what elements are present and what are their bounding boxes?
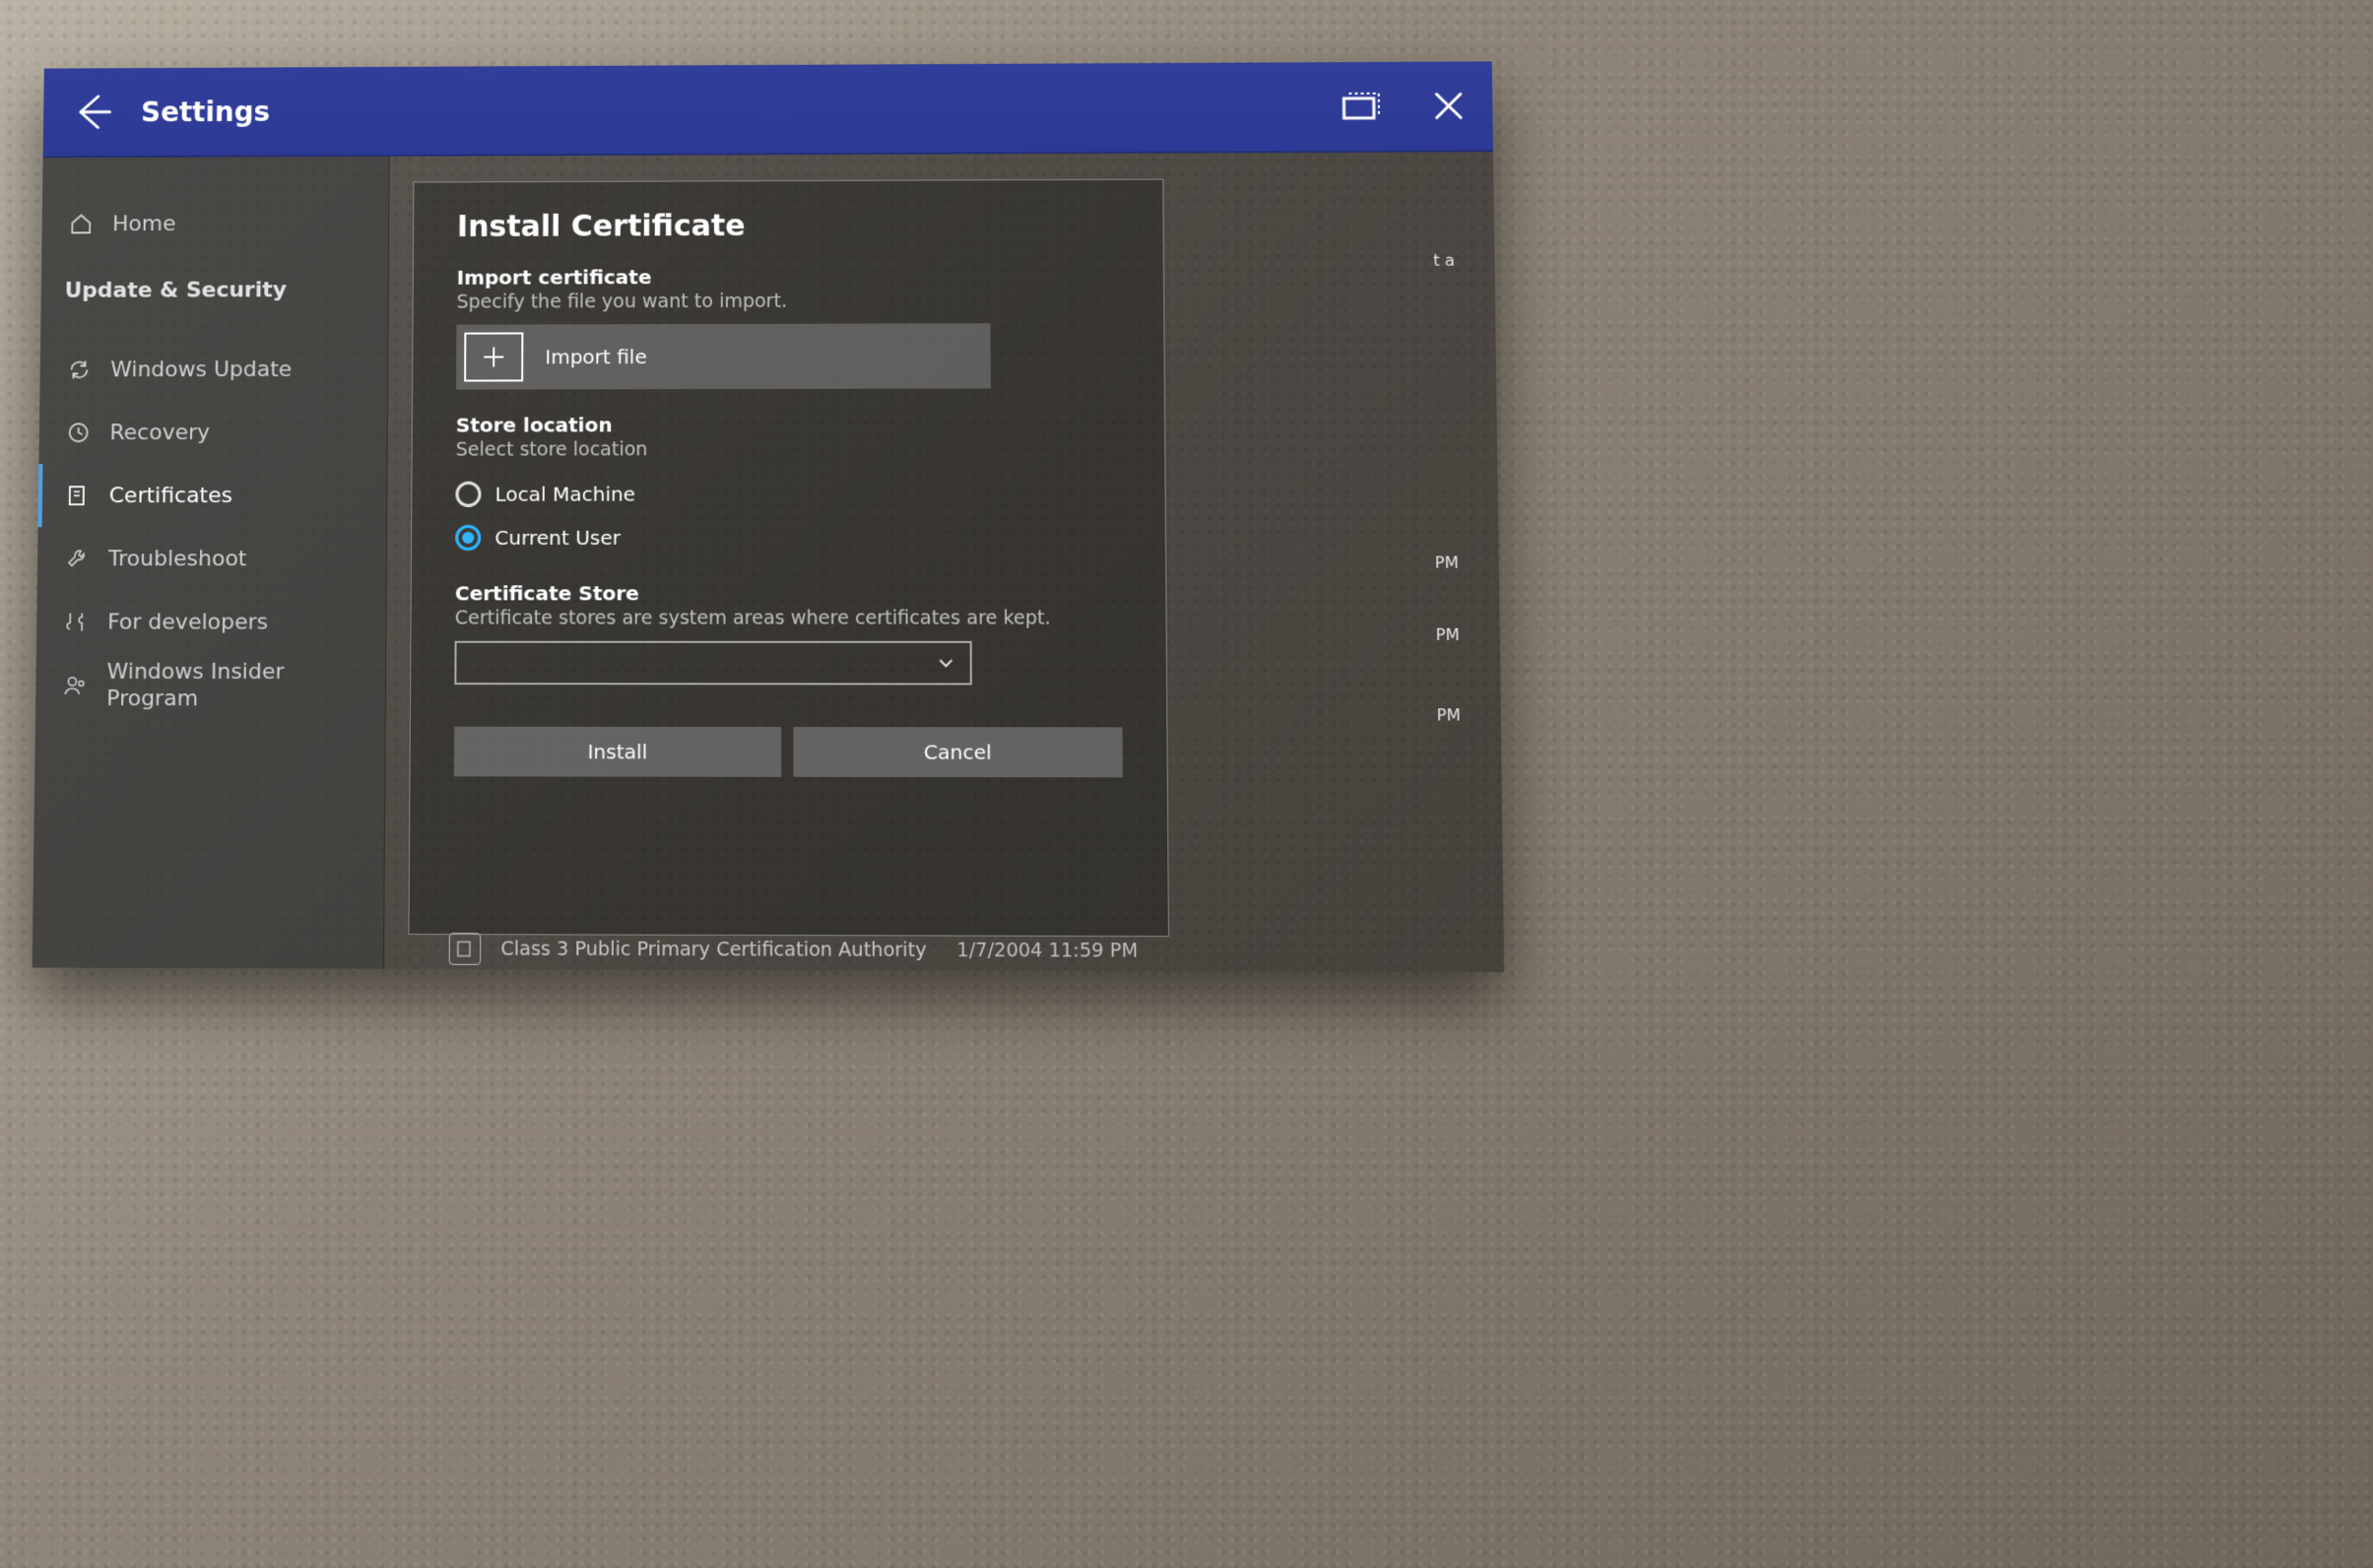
chevron-down-icon [936,653,956,673]
close-icon [1432,90,1465,121]
close-button[interactable] [1405,61,1493,150]
tools-icon [62,608,90,635]
sidebar-item-label: Windows Insider Program [106,658,363,713]
plus-icon [464,332,523,381]
bg-text-fragment: PM [1435,625,1459,644]
dialog-title: Install Certificate [457,208,1119,244]
sidebar-item-label: Windows Update [110,357,292,381]
sidebar-item-label: Troubleshoot [108,547,247,571]
certificate-icon [64,482,92,509]
store-location-title: Store location [456,412,1121,436]
button-label: Cancel [924,740,992,764]
person-icon [61,672,89,699]
sidebar-item-label: Recovery [109,421,210,445]
cert-store-title: Certificate Store [455,581,1122,605]
tablet-icon [1341,91,1381,122]
sidebar-item-windows-update[interactable]: Windows Update [39,338,387,402]
bg-text-fragment: PM [1436,705,1460,724]
sidebar-item-recovery[interactable]: Recovery [38,401,387,465]
bg-text-fragment: t a [1433,251,1455,270]
import-file-button[interactable]: Import file [456,323,991,389]
sidebar-item-certificates[interactable]: Certificates [38,464,387,527]
sidebar-item-for-developers[interactable]: For developers [36,590,386,654]
radio-icon-selected [455,525,481,551]
tablet-mode-button[interactable] [1317,62,1406,151]
sidebar-item-label: Certificates [109,483,233,507]
install-button[interactable]: Install [454,727,781,777]
wrench-icon [63,545,91,572]
install-certificate-dialog: Install Certificate Import certificate S… [408,179,1168,938]
bg-text-fragment: PM [1435,553,1459,571]
arrow-left-icon [71,91,114,134]
cert-store-sub: Certificate stores are system areas wher… [455,607,1122,628]
home-icon [67,210,95,237]
import-section-sub: Specify the file you want to import. [456,290,1119,313]
cert-row-name: Class 3 Public Primary Certification Aut… [500,938,926,961]
clock-icon [65,419,93,446]
sidebar-section-header: Update & Security [40,254,388,321]
radio-label: Local Machine [494,483,635,506]
sidebar-item-label: For developers [107,610,268,634]
cancel-button[interactable]: Cancel [793,727,1122,777]
import-section-title: Import certificate [457,264,1120,290]
sidebar-item-label: Home [112,212,176,236]
button-label: Install [587,740,647,763]
sidebar-item-windows-insider[interactable]: Windows Insider Program [35,654,385,718]
radio-current-user[interactable]: Current User [455,515,1121,559]
sidebar: Home Update & Security Windows Update [33,157,390,969]
cert-store-dropdown[interactable] [454,641,971,686]
certificate-row-icon [449,933,482,965]
cert-row-date: 1/7/2004 11:59 PM [956,940,1138,962]
back-button[interactable] [43,68,142,156]
content-area: t a PM PM PM Install Certificate Import … [384,152,1504,972]
radio-icon [455,482,481,507]
window-title: Settings [141,91,1317,128]
radio-local-machine[interactable]: Local Machine [455,472,1121,516]
radio-label: Current User [494,526,621,550]
sidebar-item-home[interactable]: Home [41,192,388,256]
import-file-label: Import file [545,345,647,368]
sync-icon [65,356,93,383]
title-bar: Settings [43,61,1493,158]
sidebar-item-troubleshoot[interactable]: Troubleshoot [37,527,386,590]
cert-list-row[interactable]: Class 3 Public Primary Certification Aut… [449,933,1139,967]
store-location-sub: Select store location [456,438,1121,461]
